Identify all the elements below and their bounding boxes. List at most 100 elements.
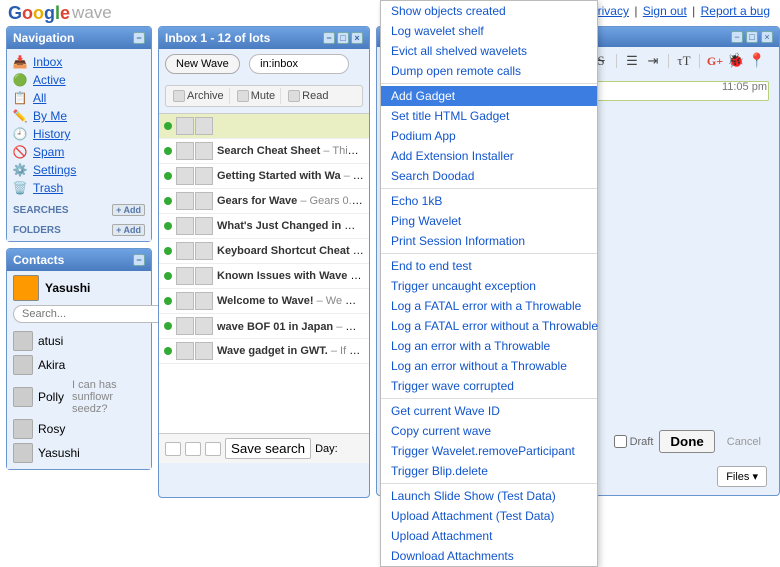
menu-item[interactable]: Show objects created bbox=[381, 1, 597, 21]
close-icon[interactable]: × bbox=[761, 31, 773, 43]
nav-link[interactable]: Active bbox=[33, 73, 66, 87]
nav-link[interactable]: Trash bbox=[33, 181, 63, 195]
menu-item[interactable]: Search Doodad bbox=[381, 166, 597, 186]
report-bug-link[interactable]: Report a bug bbox=[701, 4, 770, 18]
bug-icon[interactable]: 🐞 bbox=[728, 53, 744, 69]
contact-item[interactable]: Rosy bbox=[13, 417, 145, 441]
folders-label: FOLDERS bbox=[13, 225, 61, 236]
minimize-icon[interactable]: − bbox=[323, 32, 335, 44]
wave-item[interactable]: Getting Started with Wa – This wave shou… bbox=[159, 164, 369, 189]
minimize-icon[interactable]: − bbox=[133, 32, 145, 44]
files-button[interactable]: Files ▾ bbox=[717, 466, 767, 487]
menu-item[interactable]: Upload Attachment bbox=[381, 526, 597, 546]
menu-item[interactable]: Podium App bbox=[381, 126, 597, 146]
inbox-toolbar: Archive Mute Read bbox=[165, 85, 363, 107]
menu-item[interactable]: Print Session Information bbox=[381, 231, 597, 251]
day-label: Day: bbox=[315, 443, 338, 455]
contact-item[interactable]: Yasushi bbox=[13, 441, 145, 465]
nav-item[interactable]: 🕘History bbox=[13, 125, 145, 143]
gplus-button[interactable]: G+ bbox=[707, 53, 723, 69]
wave-item[interactable]: Gears for Wave – Gears 0.5.21.0 was rele… bbox=[159, 189, 369, 214]
bullets-button[interactable]: ☰ bbox=[624, 53, 640, 69]
nav-link[interactable]: Spam bbox=[33, 145, 64, 159]
nav-item[interactable]: 📥Inbox bbox=[13, 53, 145, 71]
menu-item[interactable]: Log a FATAL error with a Throwable bbox=[381, 296, 597, 316]
menu-item[interactable]: Log a FATAL error without a Throwable bbox=[381, 316, 597, 336]
wave-item[interactable]: Keyboard Shortcut Cheat Sheet – This is … bbox=[159, 239, 369, 264]
view-icon[interactable] bbox=[165, 442, 181, 456]
nav-item[interactable]: ✏️By Me bbox=[13, 107, 145, 125]
maximize-icon[interactable]: □ bbox=[746, 31, 758, 43]
signout-link[interactable]: Sign out bbox=[643, 4, 687, 18]
nav-link[interactable]: History bbox=[33, 127, 70, 141]
wave-title: Wave gadget in GWT. – If you would like … bbox=[217, 345, 364, 357]
wave-item[interactable] bbox=[159, 114, 369, 139]
wave-item[interactable]: Welcome to Wave! – We wanted to welcome … bbox=[159, 289, 369, 314]
contact-name: Rosy bbox=[38, 422, 65, 436]
menu-item[interactable]: Add Gadget bbox=[381, 86, 597, 106]
done-button[interactable]: Done bbox=[659, 430, 714, 453]
minimize-icon[interactable]: − bbox=[133, 254, 145, 266]
menu-item[interactable]: Evict all shelved wavelets bbox=[381, 41, 597, 61]
menu-item[interactable]: Dump open remote calls bbox=[381, 61, 597, 81]
menu-item[interactable]: Add Extension Installer bbox=[381, 146, 597, 166]
view-icon[interactable] bbox=[185, 442, 201, 456]
view-icon[interactable] bbox=[205, 442, 221, 456]
nav-item[interactable]: 🚫Spam bbox=[13, 143, 145, 161]
nav-link[interactable]: Settings bbox=[33, 163, 76, 177]
nav-item[interactable]: ⚙️Settings bbox=[13, 161, 145, 179]
contact-item[interactable]: PollyI can has sunflowr seedz? bbox=[13, 377, 145, 417]
add-folder-button[interactable]: + Add bbox=[112, 224, 145, 236]
menu-item[interactable]: Get current Wave ID bbox=[381, 401, 597, 421]
nav-link[interactable]: By Me bbox=[33, 109, 67, 123]
add-search-button[interactable]: + Add bbox=[112, 204, 145, 216]
save-search-button[interactable]: Save search bbox=[225, 438, 311, 459]
heading-button[interactable]: τT bbox=[676, 53, 692, 69]
menu-item[interactable]: Upload Attachment (Test Data) bbox=[381, 506, 597, 526]
debug-menu: Show objects createdLog wavelet shelfEvi… bbox=[380, 0, 598, 567]
mute-button[interactable]: Mute bbox=[232, 88, 281, 104]
menu-item[interactable]: Log an error without a Throwable bbox=[381, 356, 597, 376]
menu-item[interactable]: End to end test bbox=[381, 256, 597, 276]
wave-item[interactable]: wave BOF 01 in Japan – 東京の六本 bbox=[159, 314, 369, 339]
menu-item[interactable]: Launch Slide Show (Test Data) bbox=[381, 486, 597, 506]
close-icon[interactable]: × bbox=[351, 32, 363, 44]
menu-item[interactable]: Log wavelet shelf bbox=[381, 21, 597, 41]
menu-item[interactable]: Download Attachments bbox=[381, 546, 597, 566]
cancel-button[interactable]: Cancel bbox=[721, 433, 767, 451]
nav-link[interactable]: Inbox bbox=[33, 55, 62, 69]
searches-label: SEARCHES bbox=[13, 205, 69, 216]
menu-item[interactable]: Copy current wave bbox=[381, 421, 597, 441]
nav-item[interactable]: 🗑️Trash bbox=[13, 179, 145, 197]
menu-item[interactable]: Trigger Blip.delete bbox=[381, 461, 597, 481]
nav-item[interactable]: 📋All bbox=[13, 89, 145, 107]
minimize-icon[interactable]: − bbox=[731, 31, 743, 43]
wave-item[interactable]: Known Issues with Wave – This Wave will … bbox=[159, 264, 369, 289]
wave-title: Known Issues with Wave – This Wave will … bbox=[217, 270, 364, 282]
wave-item[interactable]: Wave gadget in GWT. – If you would like … bbox=[159, 339, 369, 364]
wave-title: Search Cheat Sheet – This is a quick gui… bbox=[217, 145, 364, 157]
menu-item[interactable]: Ping Wavelet bbox=[381, 211, 597, 231]
wave-item[interactable]: Search Cheat Sheet – This is a quick gui… bbox=[159, 139, 369, 164]
menu-item[interactable]: Echo 1kB bbox=[381, 191, 597, 211]
contact-search-input[interactable] bbox=[13, 305, 173, 323]
inbox-search-input[interactable] bbox=[249, 54, 349, 74]
nav-link[interactable]: All bbox=[33, 91, 46, 105]
menu-item[interactable]: Trigger uncaught exception bbox=[381, 276, 597, 296]
draft-checkbox[interactable]: Draft bbox=[614, 435, 654, 448]
wave-item[interactable]: What's Just Changed in Wave – This bbox=[159, 214, 369, 239]
contact-item[interactable]: atusi bbox=[13, 329, 145, 353]
maximize-icon[interactable]: □ bbox=[337, 32, 349, 44]
menu-item[interactable]: Set title HTML Gadget bbox=[381, 106, 597, 126]
pin-icon[interactable]: 📍 bbox=[749, 53, 765, 69]
indent-button[interactable]: ⇥ bbox=[645, 53, 661, 69]
read-button[interactable]: Read bbox=[283, 88, 333, 104]
nav-item[interactable]: 🟢Active bbox=[13, 71, 145, 89]
menu-item[interactable]: Log an error with a Throwable bbox=[381, 336, 597, 356]
menu-item[interactable]: Trigger Wavelet.removeParticipant bbox=[381, 441, 597, 461]
menu-item[interactable]: Trigger wave corrupted bbox=[381, 376, 597, 396]
archive-button[interactable]: Archive bbox=[168, 88, 230, 104]
contact-item[interactable]: Akira bbox=[13, 353, 145, 377]
new-wave-button[interactable]: New Wave bbox=[165, 54, 240, 74]
unread-dot-icon bbox=[164, 322, 172, 330]
